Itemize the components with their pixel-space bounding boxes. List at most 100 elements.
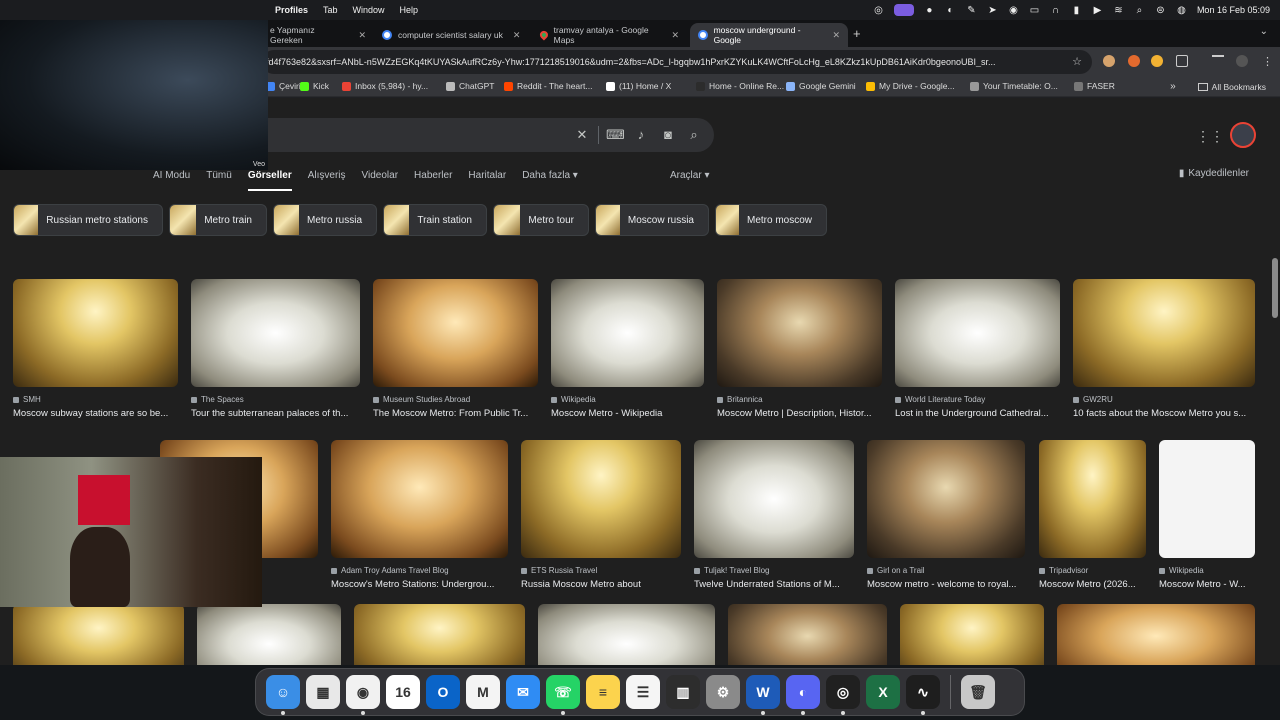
result-image[interactable]: [191, 279, 360, 387]
dock-app-keynote[interactable]: ▥: [666, 675, 700, 709]
tab-haritalar[interactable]: Haritalar: [468, 170, 506, 191]
result-title[interactable]: Moscow subway stations are so be...: [13, 408, 178, 419]
dock-app-word[interactable]: W: [746, 675, 780, 715]
result-title[interactable]: Moscow Metro (2026...: [1039, 579, 1146, 590]
control-center-icon[interactable]: ⊜: [1155, 5, 1166, 16]
result-title[interactable]: Lost in the Underground Cathedral...: [895, 408, 1060, 419]
tab-search-chevron-icon[interactable]: ⌄: [1260, 26, 1268, 37]
result-image[interactable]: [1159, 440, 1255, 558]
menu-help[interactable]: Help: [400, 5, 419, 15]
bookmark-item[interactable]: (11) Home / X: [606, 81, 671, 91]
image-result[interactable]: Wikipedia Moscow Metro - W...: [1159, 440, 1255, 590]
bookmark-item[interactable]: ChatGPT: [446, 81, 494, 91]
image-result[interactable]: SMH Moscow subway stations are so be...: [13, 279, 178, 419]
headphones-icon[interactable]: ∩: [1050, 5, 1061, 16]
extension-icon[interactable]: [1128, 55, 1140, 67]
result-image[interactable]: [1039, 440, 1146, 558]
image-result[interactable]: [538, 604, 715, 665]
dock-app-excel[interactable]: X: [866, 675, 900, 709]
result-title[interactable]: Moscow Metro - W...: [1159, 579, 1255, 590]
tab-görseller[interactable]: Görseller: [247, 170, 292, 191]
dock-app-finder[interactable]: ☺: [266, 675, 300, 715]
menu-kebab-icon[interactable]: ⋮: [1262, 55, 1273, 68]
creative-cloud-icon[interactable]: ◎: [873, 5, 884, 16]
result-source[interactable]: The Spaces: [191, 395, 360, 404]
all-bookmarks[interactable]: » All Bookmarks: [1170, 81, 1266, 92]
image-result[interactable]: Wikipedia Moscow Metro - Wikipedia: [551, 279, 704, 419]
image-result[interactable]: World Literature Today Lost in the Underg…: [895, 279, 1060, 419]
close-icon[interactable]: ✕: [513, 30, 521, 41]
chevron-right-icon[interactable]: »: [1170, 81, 1176, 92]
image-result[interactable]: The Spaces Tour the subterranean palaces …: [191, 279, 360, 419]
related-search-chip[interactable]: Metro russia: [273, 204, 377, 236]
result-source[interactable]: Britannica: [717, 395, 882, 404]
battery-icon[interactable]: ▮: [1071, 5, 1082, 16]
result-image[interactable]: [13, 604, 184, 665]
result-source[interactable]: Girl on a Trail: [867, 566, 1025, 575]
image-result[interactable]: Tripadvisor Moscow Metro (2026...: [1039, 440, 1146, 590]
tab-tümü[interactable]: Tümü: [206, 170, 232, 191]
result-source[interactable]: Wikipedia: [1159, 566, 1255, 575]
keyboard-icon[interactable]: ⌨: [606, 127, 625, 143]
bookmark-item[interactable]: Kick: [300, 81, 329, 91]
bookmark-item[interactable]: Inbox (5,984) - hy...: [342, 81, 428, 91]
dock-app-whatsapp[interactable]: ☏: [546, 675, 580, 715]
result-title[interactable]: Moscow Metro - Wikipedia: [551, 408, 704, 419]
menu-tab[interactable]: Tab: [323, 5, 338, 15]
microphone-icon[interactable]: ♪: [633, 127, 649, 143]
result-image[interactable]: [197, 604, 341, 665]
result-source[interactable]: Tuljak! Travel Blog: [694, 566, 854, 575]
bookmark-item[interactable]: Çeviri: [266, 81, 301, 91]
result-image[interactable]: [1057, 604, 1255, 665]
result-title[interactable]: Tour the subterranean palaces of th...: [191, 408, 360, 419]
tab-1[interactable]: e Yapmanız Gereken ✕: [262, 23, 374, 47]
menu-profiles[interactable]: Profiles: [275, 5, 308, 15]
bookmark-item[interactable]: Home - Online Re...: [696, 81, 784, 91]
dock-app-notes[interactable]: ≡: [586, 675, 620, 709]
screen-record-icon[interactable]: [893, 4, 914, 16]
dock-app-reminders[interactable]: ☰: [626, 675, 660, 709]
dock-app-mail[interactable]: ✉: [506, 675, 540, 709]
google-apps-icon[interactable]: ⋮⋮: [1196, 128, 1224, 145]
dock-app-calendar[interactable]: 16: [386, 675, 420, 709]
close-icon[interactable]: ✕: [358, 30, 366, 41]
reading-list-icon[interactable]: [1212, 55, 1224, 67]
pen-icon[interactable]: ✎: [966, 5, 977, 16]
dock-app-gmail[interactable]: M: [466, 675, 500, 709]
clear-icon[interactable]: ✕: [574, 127, 590, 143]
profile-avatar[interactable]: [1236, 55, 1248, 67]
image-result[interactable]: [197, 604, 341, 665]
result-image[interactable]: [551, 279, 704, 387]
dock-app-trash[interactable]: 🗑: [961, 675, 995, 709]
dock-app-chrome[interactable]: ◉: [346, 675, 380, 715]
cursor-icon[interactable]: ➤: [987, 5, 998, 16]
wifi-icon[interactable]: ≋: [1113, 5, 1124, 16]
menubar-clock[interactable]: Mon 16 Feb 05:09: [1197, 5, 1270, 15]
result-title[interactable]: Moscow Metro | Description, Histor...: [717, 408, 882, 419]
image-result[interactable]: [728, 604, 887, 665]
close-icon[interactable]: ✕: [832, 30, 840, 41]
result-image[interactable]: [354, 604, 525, 665]
related-search-chip[interactable]: Metro moscow: [715, 204, 827, 236]
bookmark-item[interactable]: FASER: [1074, 81, 1115, 91]
tab-4-active[interactable]: moscow underground - Google ✕: [690, 23, 848, 47]
image-result[interactable]: Museum Studies Abroad The Moscow Metro: F…: [373, 279, 538, 419]
close-icon[interactable]: ✕: [671, 30, 679, 41]
related-search-chip[interactable]: Metro tour: [493, 204, 589, 236]
tab-videolar[interactable]: Videolar: [362, 170, 399, 191]
result-image[interactable]: [331, 440, 508, 558]
result-source[interactable]: Tripadvisor: [1039, 566, 1146, 575]
address-bar[interactable]: fd4f763e82&sxsrf=ANbL-n5WZzEGKq4tKUYASkA…: [262, 50, 1092, 74]
tab-3[interactable]: tramvay antalya - Google Maps ✕: [532, 23, 687, 47]
extension-icon[interactable]: [1151, 55, 1163, 67]
image-result[interactable]: GW2RU 10 facts about the Moscow Metro you…: [1073, 279, 1255, 419]
dock-app-launchpad[interactable]: ▦: [306, 675, 340, 709]
play-icon[interactable]: ▶: [1092, 5, 1103, 16]
result-image[interactable]: [900, 604, 1044, 665]
dock-app-obs[interactable]: ◎: [826, 675, 860, 715]
tab-haberler[interactable]: Haberler: [414, 170, 452, 191]
result-title[interactable]: 10 facts about the Moscow Metro you s...: [1073, 408, 1255, 419]
status-dot-icon[interactable]: ●: [924, 5, 935, 16]
bookmark-item[interactable]: Google Gemini: [786, 81, 856, 91]
bookmark-item[interactable]: My Drive - Google...: [866, 81, 955, 91]
